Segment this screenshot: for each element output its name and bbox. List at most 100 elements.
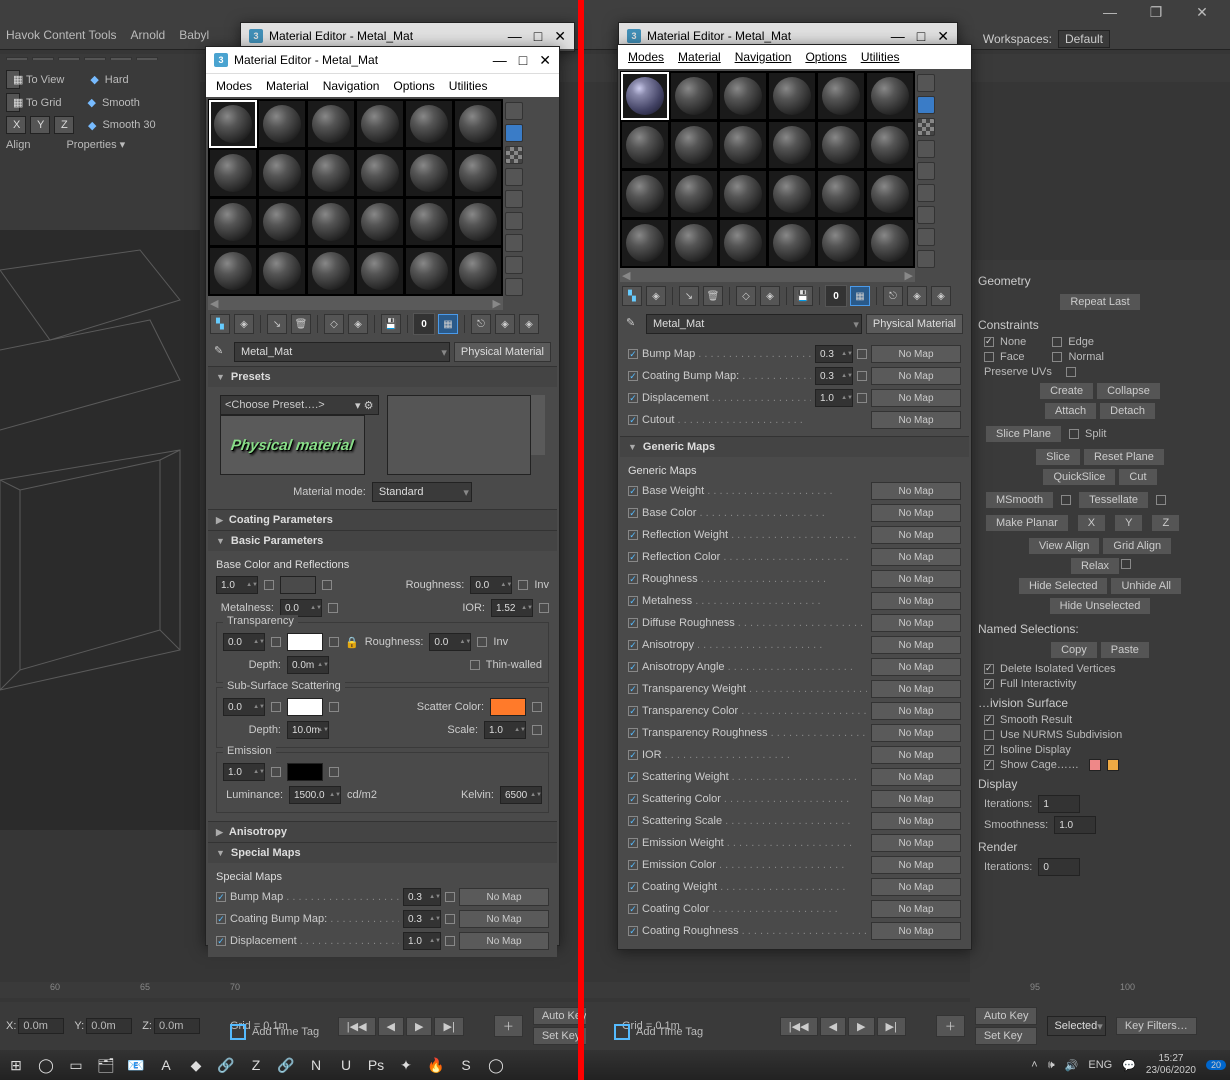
time-tag-icon[interactable] [230, 1024, 246, 1040]
em-color-map[interactable] [329, 767, 339, 777]
menu-modes[interactable]: Modes [628, 50, 664, 64]
taskbar-app-icon[interactable]: 🗂 [94, 1054, 118, 1076]
sample-slot[interactable] [621, 219, 669, 267]
em-color-swatch[interactable] [287, 763, 323, 781]
sample-slot[interactable] [866, 72, 914, 120]
hard[interactable]: Hard [105, 74, 129, 86]
settings-icon[interactable] [917, 250, 935, 268]
map-amount-check[interactable] [445, 914, 455, 924]
sample-slot[interactable] [209, 100, 257, 148]
map-slot-button[interactable]: No Map [459, 888, 549, 906]
assign-icon[interactable]: ↘ [267, 314, 287, 334]
options-icon[interactable] [917, 206, 935, 224]
generic-maps-rollout[interactable]: ▼Generic Maps [620, 437, 969, 457]
map-amount-spinner[interactable]: 0.3▲▼ [815, 345, 853, 363]
view-align-button[interactable]: View Align [1029, 538, 1100, 554]
map-enable-check[interactable] [216, 914, 226, 924]
taskbar-app-icon[interactable]: 🔗 [274, 1054, 298, 1076]
map-amount-spinner[interactable]: 1.0▲▼ [815, 389, 853, 407]
trans-rough-spinner[interactable]: 0.0▲▼ [429, 633, 471, 651]
sample-slot[interactable] [209, 247, 257, 295]
isoline-display[interactable]: Isoline Display [1000, 744, 1071, 756]
get-material-icon[interactable]: ▚ [210, 314, 230, 334]
metalness-map[interactable] [328, 603, 338, 613]
auto-key-button[interactable]: Auto Key [975, 1007, 1038, 1025]
sss-color-map[interactable] [329, 702, 339, 712]
material-type-button[interactable]: Physical Material [454, 342, 551, 362]
workspaces-combo[interactable]: Default [1058, 30, 1110, 48]
sample-slot[interactable] [817, 121, 865, 169]
make-unique-icon[interactable]: ◇ [736, 286, 756, 306]
sample-slot[interactable] [454, 149, 502, 197]
depth-spinner[interactable]: 0.0m▲▼ [287, 656, 329, 674]
tray-up-icon[interactable]: ˄ [1031, 1059, 1037, 1071]
msmooth-button[interactable]: MSmooth [986, 492, 1053, 508]
map-amount-spinner[interactable]: 0.3▲▼ [403, 910, 441, 928]
sample-slot[interactable] [454, 198, 502, 246]
maximize-icon[interactable]: □ [917, 28, 925, 45]
sample-slot[interactable] [768, 121, 816, 169]
material-name-field[interactable]: Metal_Mat▾ [646, 314, 862, 334]
relax-button[interactable]: Relax [1071, 558, 1119, 574]
map-slot-button[interactable]: No Map [871, 702, 961, 720]
special-maps-rollout[interactable]: ▼Special Maps [208, 843, 557, 863]
map-amount-spinner[interactable]: 0.3▲▼ [815, 367, 853, 385]
map-enable-check[interactable] [628, 393, 638, 403]
map-slot-button[interactable]: No Map [871, 482, 961, 500]
taskbar-app-icon[interactable]: ◯ [484, 1054, 508, 1076]
unhide-all-button[interactable]: Unhide All [1111, 578, 1181, 594]
map-slot-button[interactable]: No Map [871, 856, 961, 874]
eyedropper-icon[interactable]: ✎ [626, 316, 642, 332]
collapse-button[interactable]: Collapse [1097, 383, 1160, 399]
maximize-icon[interactable]: □ [519, 52, 527, 69]
sample-slot[interactable] [719, 72, 767, 120]
map-enable-check[interactable] [628, 508, 638, 518]
map-enable-check[interactable] [628, 904, 638, 914]
material-id-icon[interactable]: 0 [414, 314, 434, 334]
sample-slot[interactable] [866, 170, 914, 218]
tray-lang[interactable]: ENG [1088, 1059, 1112, 1071]
trans-color-map[interactable] [329, 637, 339, 647]
map-enable-check[interactable] [628, 349, 638, 359]
x-button[interactable]: X [6, 116, 26, 134]
key-mode-combo[interactable]: Selected▾ [1047, 1016, 1105, 1036]
z-button[interactable]: Z [54, 116, 74, 134]
smoothness-spinner[interactable]: 1.0 [1054, 816, 1096, 834]
sample-uv-icon[interactable] [505, 168, 523, 186]
sample-slot[interactable] [621, 72, 669, 120]
map-slot-button[interactable]: No Map [871, 570, 961, 588]
sample-slot[interactable] [621, 170, 669, 218]
menu-material[interactable]: Material [678, 50, 721, 64]
map-enable-check[interactable] [628, 706, 638, 716]
notif-count[interactable]: 20 [1206, 1060, 1226, 1070]
preview-icon[interactable] [505, 212, 523, 230]
detach-button[interactable]: Detach [1100, 403, 1155, 419]
play-icon[interactable]: ▶ [406, 1017, 432, 1036]
sss-depth-spinner[interactable]: 10.0m▲▼ [287, 721, 329, 739]
sample-slot[interactable] [258, 149, 306, 197]
map-slot-button[interactable]: No Map [871, 658, 961, 676]
reset-plane-button[interactable]: Reset Plane [1084, 449, 1164, 465]
map-slot-button[interactable]: No Map [871, 411, 961, 429]
show-cage[interactable]: Show Cage…… [1000, 759, 1079, 771]
video-check-icon[interactable] [505, 190, 523, 208]
map-enable-check[interactable] [628, 926, 638, 936]
settings-icon[interactable] [505, 278, 523, 296]
go-parent-icon[interactable]: ◈ [907, 286, 927, 306]
render-iter-spinner[interactable]: 0 [1038, 858, 1080, 876]
sample-slot[interactable] [356, 149, 404, 197]
tray-wifi-icon[interactable]: 🕪 [1048, 1059, 1055, 1072]
add-icon[interactable]: ＋ [494, 1015, 523, 1037]
preset-scroll[interactable] [531, 395, 545, 455]
key-filters-button[interactable]: Key Filters… [1116, 1017, 1197, 1035]
map-slot-button[interactable]: No Map [871, 900, 961, 918]
map-amount-check[interactable] [445, 936, 455, 946]
constraint-edge[interactable]: Edge [1068, 336, 1094, 348]
full-interactivity[interactable]: Full Interactivity [1000, 678, 1076, 690]
taskbar-app-icon[interactable]: U [334, 1054, 358, 1076]
minimize-icon[interactable]: — [891, 28, 905, 45]
taskbar-app-icon[interactable]: 📧 [124, 1054, 148, 1076]
map-slot-button[interactable]: No Map [871, 592, 961, 610]
taskbar-app-icon[interactable]: ✦ [394, 1054, 418, 1076]
material-type-button[interactable]: Physical Material [866, 314, 963, 334]
